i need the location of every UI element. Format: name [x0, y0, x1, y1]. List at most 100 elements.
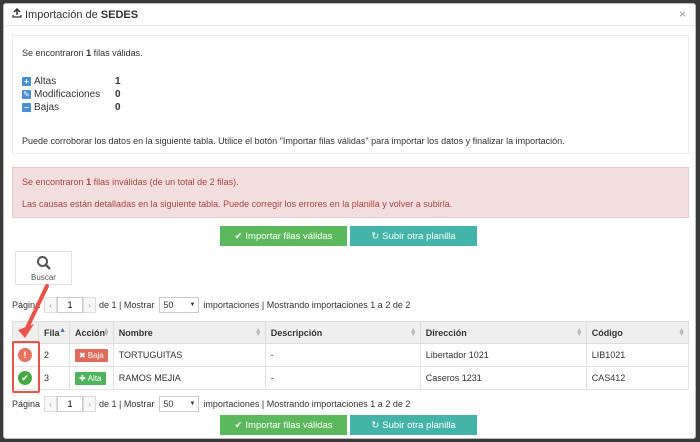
import-button-label: Importar filas válidas: [245, 419, 333, 431]
refresh-icon: ↻: [371, 419, 380, 431]
per-page-value: 50: [163, 300, 174, 310]
page-input[interactable]: [57, 297, 84, 313]
valid-summary-post: filas válidas.: [93, 48, 143, 58]
sort-icon: ▲ ▼: [678, 327, 685, 338]
title-entity: SEDES: [100, 8, 139, 21]
per-page-value: 50: [163, 399, 174, 409]
valid-summary-count: 1: [86, 48, 92, 58]
badge-label: Alta: [87, 373, 102, 383]
next-page-icon[interactable]: ›: [83, 396, 97, 412]
action-badge-alta: ✚ Alta: [75, 371, 106, 385]
column-header-direccion[interactable]: Dirección ▲ ▼: [419, 321, 587, 344]
import-modal: Importación de SEDES × Se encontraron 1 …: [3, 3, 696, 439]
refresh-icon: ↻: [371, 230, 380, 242]
search-button[interactable]: Buscar: [15, 251, 72, 285]
pagination-info: importaciones | Mostrando importaciones …: [203, 399, 411, 409]
pagination-bottom: Página ‹ › de 1 | Mostrar 50 ▼ importaci…: [12, 395, 410, 413]
import-valid-rows-button[interactable]: ✔ Importar filas válidas: [220, 226, 347, 246]
next-page-icon[interactable]: ›: [83, 297, 97, 313]
invalid-summary-pre: Se encontraron: [22, 177, 84, 187]
table-row: ! 2 ✖ Baja TORTUGUITAS - Libertador 1021 …: [12, 343, 690, 367]
column-header-codigo[interactable]: Código ▲ ▼: [585, 321, 690, 344]
cell-nombre: TORTUGUITAS: [112, 343, 266, 367]
column-label: Acción: [75, 327, 106, 338]
cell-direccion: Libertador 1021: [419, 343, 587, 367]
count-row-bajas: − Bajas 0: [22, 101, 679, 114]
sort-icon: ▲ ▼: [409, 327, 417, 338]
search-icon: [36, 255, 52, 273]
plus-icon: ✚: [79, 373, 86, 383]
per-page-select[interactable]: 50 ▼: [159, 297, 200, 313]
page-of-text: de 1 | Mostrar: [99, 399, 155, 409]
count-value: 0: [115, 89, 121, 100]
page-input[interactable]: [57, 396, 84, 412]
table-header-row: Fila ▲ Acción ▲ ▼ Nombre ▲ ▼ Descripción ▲ ▼ Di…: [12, 321, 690, 344]
cell-accion: ✖ Baja: [69, 343, 114, 367]
cell-nombre: RAMOS MEJIA: [112, 366, 266, 390]
upload-another-sheet-button[interactable]: ↻ Subir otra planilla: [350, 226, 477, 246]
count-row-modificaciones: ✎ Modificaciones 0: [22, 88, 679, 101]
import-button-label: Importar filas válidas: [245, 230, 333, 242]
cell-descripcion: -: [264, 343, 421, 367]
check-icon: ✔: [234, 419, 243, 431]
cell-direccion: Caseros 1231: [419, 366, 587, 390]
column-label: Código: [591, 327, 623, 338]
valid-rows-panel: Se encontraron 1 filas válidas. + Altas …: [12, 35, 689, 154]
modal-title: Importación de SEDES: [12, 7, 687, 21]
import-valid-rows-button-bottom[interactable]: ✔ Importar filas válidas: [220, 415, 347, 435]
pagination-top: Página ‹ › de 1 | Mostrar 50 ▼ importaci…: [12, 296, 410, 314]
title-prefix: Importación de: [25, 8, 98, 21]
action-badge-baja: ✖ Baja: [75, 348, 108, 362]
warning-icon[interactable]: !: [18, 348, 32, 362]
cell-accion: ✚ Alta: [69, 366, 114, 390]
chevron-down-icon: ▼: [189, 302, 196, 308]
count-label: Modificaciones: [34, 89, 101, 100]
invalid-summary: Se encontraron 1 filas inválidas (de un …: [22, 177, 679, 187]
invalid-summary-post: filas inválidas (de un total de 2 filas)…: [93, 177, 239, 187]
cell-descripcion: -: [264, 366, 421, 390]
import-table: Fila ▲ Acción ▲ ▼ Nombre ▲ ▼ Descripción ▲ ▼ Di…: [12, 321, 690, 390]
count-label: Bajas: [34, 102, 60, 113]
column-label: Dirección: [425, 327, 467, 338]
modal-header: Importación de SEDES ×: [4, 4, 695, 26]
per-page-select[interactable]: 50 ▼: [159, 396, 200, 412]
upload-another-sheet-button-bottom[interactable]: ↻ Subir otra planilla: [350, 415, 477, 435]
valid-note: Puede corroborar los datos en la siguien…: [22, 136, 565, 146]
edit-square-icon: ✎: [22, 90, 31, 99]
arrow-annotation-icon: [18, 284, 49, 338]
check-icon: ✔: [234, 230, 243, 242]
count-row-altas: + Altas 1: [22, 75, 679, 88]
minus-square-icon: −: [22, 103, 31, 112]
valid-summary-pre: Se encontraron: [22, 48, 84, 58]
plus-square-icon: +: [22, 77, 31, 86]
cell-codigo: CAS412: [585, 366, 690, 390]
status-cell: ✔: [12, 366, 39, 390]
prev-page-icon[interactable]: ‹: [44, 396, 58, 412]
invalid-note: Las causas están detalladas en la siguie…: [22, 199, 453, 209]
column-header-descripcion[interactable]: Descripción ▲ ▼: [264, 321, 421, 344]
count-value: 0: [115, 102, 121, 113]
chevron-down-icon: ▼: [189, 401, 196, 407]
sort-icon: ▲ ▼: [254, 327, 262, 338]
invalid-rows-alert: Se encontraron 1 filas inválidas (de un …: [12, 167, 689, 218]
status-cell: !: [12, 343, 39, 367]
sort-icon: ▲ ▼: [575, 327, 583, 338]
x-icon: ✖: [79, 350, 86, 360]
sort-icon: ▲ ▼: [102, 327, 110, 338]
upload-button-label: Subir otra planilla: [382, 230, 456, 242]
upload-icon: [12, 7, 22, 21]
cell-fila: 2: [38, 343, 70, 367]
column-label: Nombre: [118, 327, 153, 338]
close-icon[interactable]: ×: [679, 7, 686, 21]
cell-fila: 3: [38, 366, 70, 390]
cell-codigo: LIB1021: [585, 343, 690, 367]
check-circle-icon[interactable]: ✔: [18, 371, 32, 385]
column-label: Descripción: [270, 327, 323, 338]
column-header-nombre[interactable]: Nombre ▲ ▼: [112, 321, 266, 344]
column-header-accion[interactable]: Acción ▲ ▼: [69, 321, 114, 344]
sort-asc-icon: ▲: [59, 327, 66, 334]
count-label: Altas: [34, 76, 57, 87]
page-label: Página: [12, 399, 41, 409]
page-of-text: de 1 | Mostrar: [99, 300, 155, 310]
count-value: 1: [115, 76, 121, 87]
